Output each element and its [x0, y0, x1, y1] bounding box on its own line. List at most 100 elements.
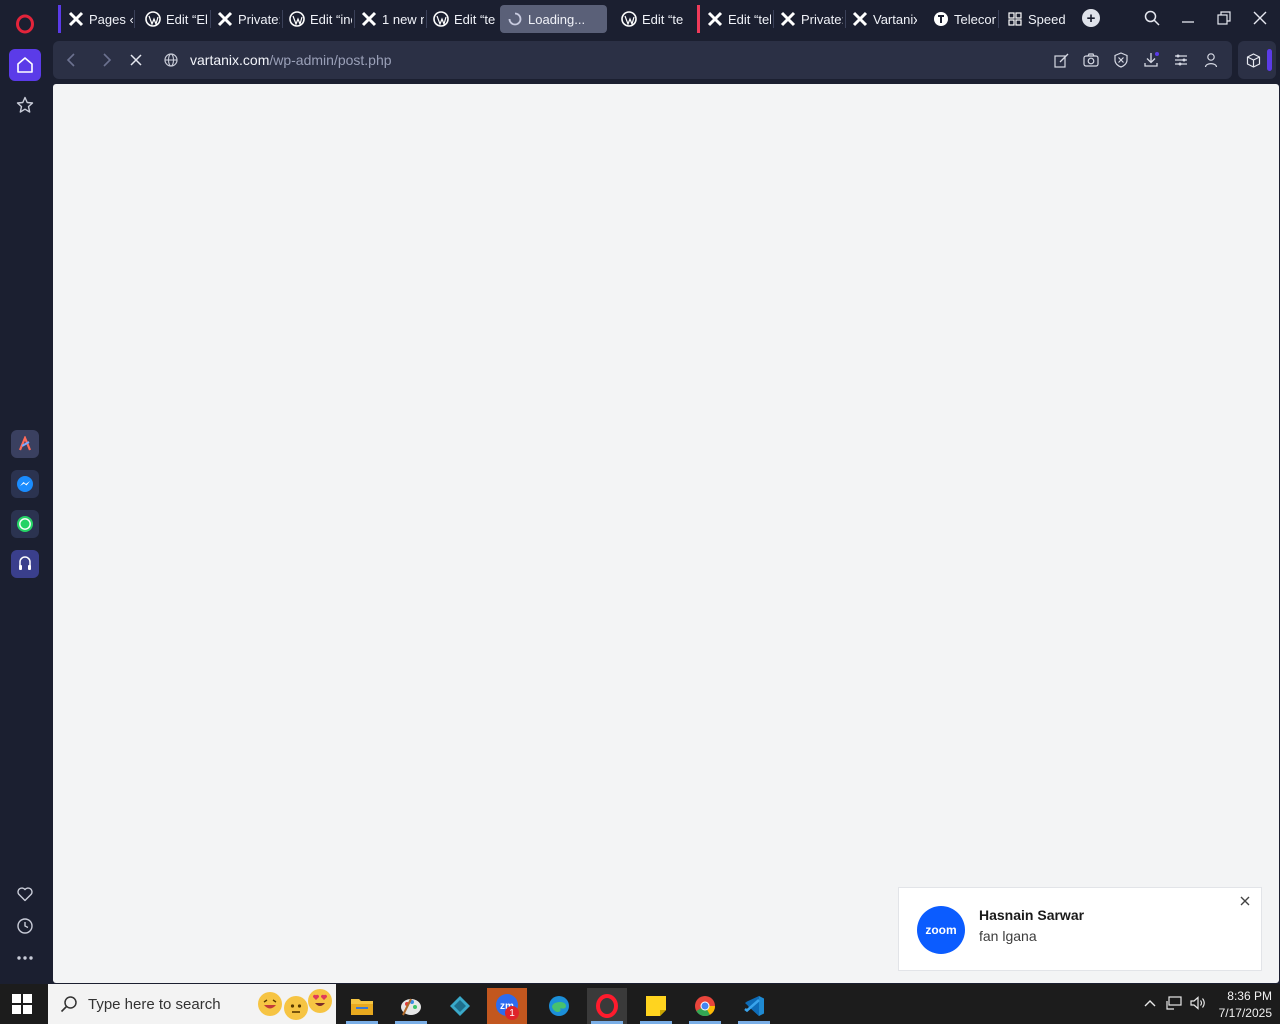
search-icon — [60, 995, 78, 1013]
paint-app-icon[interactable] — [391, 988, 431, 1024]
wordpress-icon — [432, 10, 450, 28]
aria-ai-icon[interactable] — [11, 430, 39, 458]
tab-label: Vartanix — [873, 11, 917, 27]
x-logo-icon — [851, 10, 869, 28]
download-icon[interactable] — [1142, 51, 1160, 69]
opera-sidebar — [0, 0, 50, 984]
zoom-logo-icon: zoom — [917, 906, 965, 954]
close-icon[interactable] — [1237, 893, 1253, 909]
url-domain: vartanix.com — [190, 52, 270, 68]
close-window-icon[interactable] — [1250, 8, 1270, 28]
site-info-globe-icon[interactable] — [161, 50, 181, 70]
stop-loading-icon[interactable] — [126, 50, 146, 70]
diamond-app-icon[interactable] — [440, 988, 480, 1024]
search-placeholder: Type here to search — [88, 996, 221, 1013]
x-logo-icon — [360, 10, 378, 28]
tab-label: Private: — [801, 11, 843, 27]
tab-edit-tel-2[interactable]: Edit “tel — [614, 5, 684, 33]
profile-icon[interactable] — [1202, 51, 1220, 69]
tab-edit-inc[interactable]: Edit “inc — [282, 5, 352, 33]
restore-icon[interactable] — [1214, 8, 1234, 28]
file-explorer-icon[interactable] — [342, 988, 382, 1024]
sticky-notes-icon[interactable] — [636, 988, 676, 1024]
tab-telecom[interactable]: Telecom — [926, 5, 996, 33]
spinner-icon — [506, 10, 524, 28]
clock-time: 8:36 PM — [1227, 989, 1272, 1003]
neutral-emoji-icon — [284, 996, 308, 1020]
notification-title: Hasnain Sarwar — [979, 907, 1085, 923]
tab-label: Loading... — [528, 11, 586, 27]
tab-strip: Pages ‹ Edit “Ele Private: Edit “inc 1 n… — [54, 0, 1280, 38]
tab-edit-ele[interactable]: Edit “Ele — [138, 5, 208, 33]
volume-icon[interactable] — [1189, 994, 1207, 1012]
x-logo-icon — [67, 10, 85, 28]
bookmarks-star-icon[interactable] — [9, 89, 41, 121]
taskbar-search-box[interactable]: Type here to search — [48, 984, 336, 1024]
heart-icon[interactable] — [9, 878, 41, 910]
home-icon[interactable] — [9, 49, 41, 81]
extensions-cube-icon[interactable] — [1244, 51, 1262, 69]
snapshot-camera-icon[interactable] — [1082, 51, 1100, 69]
tab-separator — [134, 10, 135, 28]
tab-pages[interactable]: Pages ‹ — [58, 5, 133, 33]
zoom-taskbar-icon[interactable]: zm 1 — [487, 988, 527, 1024]
address-bar: vartanix.com/wp-admin/post.php — [53, 41, 1232, 79]
tab-loading[interactable]: Loading... — [500, 5, 607, 33]
tab-private-1[interactable]: Private: — [210, 5, 280, 33]
minimize-icon[interactable] — [1178, 8, 1198, 28]
tab-speed-dial[interactable]: Speed D — [1000, 5, 1070, 33]
ad-blocker-shield-icon[interactable] — [1112, 51, 1130, 69]
tab-label: Pages ‹ — [89, 11, 133, 27]
x-logo-icon — [216, 10, 234, 28]
back-icon[interactable] — [61, 50, 81, 70]
chrome-browser-icon[interactable] — [685, 988, 725, 1024]
x-logo-icon — [706, 10, 724, 28]
tab-label: Edit “tel — [728, 11, 771, 27]
new-tab-plus-icon[interactable]: + — [1082, 9, 1100, 27]
zoom-notification[interactable]: zoom Hasnain Sarwar fan lgana — [898, 887, 1262, 971]
opera-browser-icon[interactable] — [587, 988, 627, 1024]
show-hidden-icons-chevron-icon[interactable] — [1141, 994, 1159, 1012]
speed-dial-icon — [1006, 10, 1024, 28]
easy-setup-menu-icon[interactable] — [1172, 51, 1190, 69]
x-logo-icon — [779, 10, 797, 28]
forward-icon[interactable] — [97, 50, 117, 70]
extensions-box[interactable] — [1238, 41, 1276, 79]
taskbar-clock[interactable]: 8:36 PM 7/17/2025 — [1210, 988, 1272, 1022]
edit-share-icon[interactable] — [1052, 51, 1070, 69]
tab-new-n[interactable]: 1 new n — [354, 5, 424, 33]
heart-eyes-emoji-icon — [308, 989, 332, 1013]
tab-label: Edit “inc — [310, 11, 352, 27]
notification-badge: 1 — [505, 1006, 519, 1020]
messenger-icon[interactable] — [11, 470, 39, 498]
windows-start-icon[interactable] — [12, 994, 32, 1014]
tab-label: 1 new n — [382, 11, 424, 27]
tab-vartanix[interactable]: Vartanix — [845, 5, 917, 33]
page-content-area — [53, 84, 1279, 983]
edge-browser-icon[interactable] — [539, 988, 579, 1024]
vscode-icon[interactable] — [734, 988, 774, 1024]
whatsapp-icon[interactable] — [11, 510, 39, 538]
tab-label: Private: — [238, 11, 280, 27]
opera-logo-icon[interactable] — [9, 8, 41, 40]
tab-separator — [998, 10, 999, 28]
wordpress-icon — [620, 10, 638, 28]
history-clock-icon[interactable] — [9, 910, 41, 942]
music-player-icon[interactable] — [11, 550, 39, 578]
tab-label: Telecom — [954, 11, 996, 27]
sidebar-accent-bar — [1267, 49, 1272, 71]
url-text[interactable]: vartanix.com/wp-admin/post.php — [190, 52, 392, 68]
network-icon[interactable] — [1165, 994, 1183, 1012]
tab-edit-tel-1[interactable]: Edit “tel — [426, 5, 496, 33]
more-dots-icon[interactable] — [9, 942, 41, 974]
tab-label: Edit “Ele — [166, 11, 208, 27]
wordpress-icon — [144, 10, 162, 28]
tab-label: Speed D — [1028, 11, 1070, 27]
wordpress-icon — [288, 10, 306, 28]
tab-label: Edit “tel — [454, 11, 496, 27]
telecom-icon — [932, 10, 950, 28]
tab-edit-tel-3[interactable]: Edit “tel — [697, 5, 771, 33]
search-tabs-icon[interactable] — [1142, 8, 1162, 28]
tab-private-2[interactable]: Private: — [773, 5, 843, 33]
windows-taskbar: Type here to search zm 1 — [0, 984, 1280, 1024]
